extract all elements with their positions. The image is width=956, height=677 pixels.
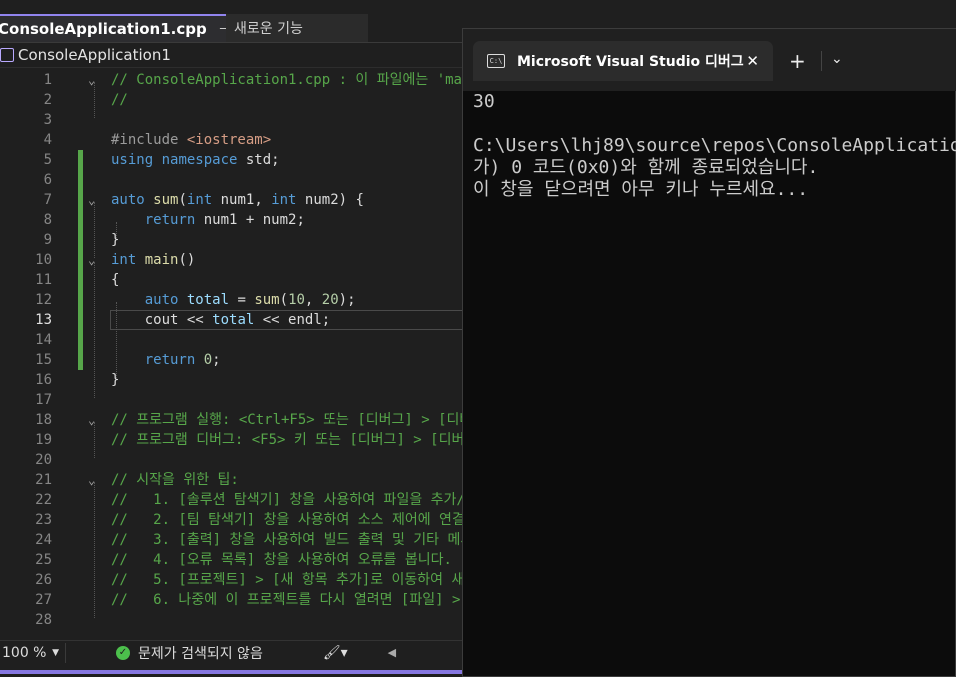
tab-title: 새로운 기능 bbox=[234, 21, 303, 37]
line-number: 10 bbox=[35, 252, 52, 268]
line-number: 9 bbox=[43, 232, 52, 248]
code-text: int main() bbox=[111, 252, 196, 268]
chevron-down-icon: ▼ bbox=[52, 647, 59, 658]
indent-guide bbox=[116, 302, 117, 378]
console-titlebar: C:\ Microsoft Visual Studio 디버그 ✕ + ⌄ bbox=[463, 29, 956, 91]
project-dropdown[interactable]: ConsoleApplication1 bbox=[18, 46, 171, 64]
console-tab-title: Microsoft Visual Studio 디버그 bbox=[517, 54, 744, 70]
console-output-line: 가) 0 코드(0x0)와 함께 종료되었습니다. bbox=[473, 157, 819, 178]
indent-guide bbox=[94, 82, 95, 118]
line-number: 8 bbox=[43, 212, 52, 228]
line-number: 14 bbox=[35, 332, 52, 348]
issues-status[interactable]: 문제가 검색되지 않음 bbox=[138, 643, 263, 663]
project-icon bbox=[0, 48, 14, 62]
code-text: { bbox=[111, 272, 120, 288]
line-number: 12 bbox=[35, 292, 52, 308]
scroll-left-icon[interactable]: ◀ bbox=[388, 646, 396, 659]
code-text: // 시작을 위한 팁: bbox=[111, 472, 239, 488]
zoom-level: 100 % bbox=[2, 644, 47, 661]
code-text: // bbox=[111, 92, 128, 108]
line-number: 6 bbox=[43, 172, 52, 188]
debug-console-window: C:\ Microsoft Visual Studio 디버그 ✕ + ⌄ 30… bbox=[462, 28, 956, 677]
line-number: 24 bbox=[35, 532, 52, 548]
line-number: 18 bbox=[35, 412, 52, 428]
indent-guide bbox=[94, 202, 95, 258]
line-number: 28 bbox=[35, 612, 52, 628]
divider bbox=[821, 51, 822, 71]
tab-whats-new[interactable]: 새로운 기능 bbox=[226, 14, 368, 42]
line-number: 1 bbox=[43, 72, 52, 88]
line-number: 19 bbox=[35, 432, 52, 448]
code-text: // 2. [팀 탐색기] 창을 사용하여 소스 제어에 연결합니다. bbox=[111, 512, 512, 528]
line-number: 7 bbox=[43, 192, 52, 208]
code-text: return 0; bbox=[144, 352, 221, 368]
new-tab-plus-icon[interactable]: + bbox=[789, 49, 806, 73]
check-icon: ✓ bbox=[116, 645, 130, 660]
line-number: 3 bbox=[43, 112, 52, 128]
code-text: return num1 + num2; bbox=[144, 212, 305, 228]
line-number: 17 bbox=[35, 392, 52, 408]
line-number: 13 bbox=[35, 312, 52, 328]
zoom-dropdown[interactable]: 100 % ▼ bbox=[0, 642, 66, 663]
code-text: using namespace std; bbox=[111, 152, 280, 168]
code-text: // 4. [오류 목록] 창을 사용하여 오류를 봅니다. bbox=[111, 552, 452, 568]
close-icon[interactable]: ✕ bbox=[746, 52, 759, 70]
tab-title: ConsoleApplication1.cpp bbox=[0, 20, 207, 38]
line-number: 22 bbox=[35, 492, 52, 508]
code-text: auto total = sum(10, 20); bbox=[144, 292, 356, 308]
line-number: 26 bbox=[35, 572, 52, 588]
line-number: 15 bbox=[35, 352, 52, 368]
code-text: #include <iostream> bbox=[111, 132, 272, 148]
console-output-line: C:\Users\lhj89\source\repos\ConsoleAppli… bbox=[473, 135, 956, 156]
indent-guide bbox=[94, 262, 95, 398]
indent-guide bbox=[116, 222, 117, 238]
current-line-highlight bbox=[110, 310, 466, 330]
cleanup-brush-icon[interactable]: 🖌▾ bbox=[323, 645, 348, 661]
chevron-down-icon[interactable]: ⌄ bbox=[831, 51, 843, 67]
console-tab[interactable]: C:\ Microsoft Visual Studio 디버그 ✕ bbox=[473, 41, 773, 81]
code-text: auto sum(int num1, int num2) { bbox=[111, 192, 364, 208]
indent-guide bbox=[94, 482, 95, 618]
terminal-icon: C:\ bbox=[487, 54, 505, 68]
line-number: 21 bbox=[35, 472, 52, 488]
indent-guide bbox=[94, 422, 95, 458]
tab-consoleapplication1-cpp[interactable]: ConsoleApplication1.cpp ⊣ ✕ bbox=[0, 14, 253, 42]
line-number: 25 bbox=[35, 552, 52, 568]
console-output-line: 30 bbox=[473, 91, 495, 112]
line-number: 27 bbox=[35, 592, 52, 608]
line-number: 16 bbox=[35, 372, 52, 388]
line-number: 2 bbox=[43, 92, 52, 108]
console-output[interactable]: 30 C:\Users\lhj89\source\repos\ConsoleAp… bbox=[473, 91, 956, 671]
console-output-line: 이 창을 닫으려면 아무 키나 누르세요... bbox=[473, 179, 809, 200]
line-number: 5 bbox=[43, 152, 52, 168]
change-indicator bbox=[78, 150, 83, 370]
line-number: 23 bbox=[35, 512, 52, 528]
line-number: 11 bbox=[35, 272, 52, 288]
line-number: 20 bbox=[35, 452, 52, 468]
line-number: 4 bbox=[43, 132, 52, 148]
